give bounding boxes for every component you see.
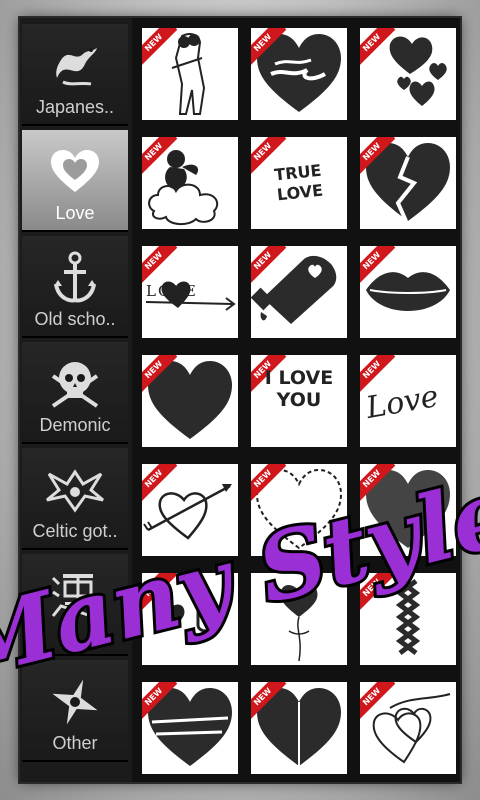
- tattoo-tile-heart-balloon[interactable]: [251, 573, 347, 665]
- tattoo-tile-heart-bottle[interactable]: NEW: [251, 246, 347, 338]
- dragon-icon: [22, 38, 128, 94]
- anchor-icon: [22, 250, 128, 306]
- true-love-text: TRUE LOVE: [273, 160, 324, 205]
- tattoo-tile-broken-heart[interactable]: NEW: [360, 137, 456, 229]
- tattoo-tile-split-heart[interactable]: NEW: [251, 682, 347, 774]
- tattoo-tile-solid-heart[interactable]: NEW: [142, 355, 238, 447]
- love-arrow-text: LOVE: [146, 282, 198, 300]
- category-sidebar: Japanes.. Love Old scho.. Demonic Celtic…: [20, 18, 132, 782]
- style-picker-panel: Japanes.. Love Old scho.. Demonic Celtic…: [20, 18, 460, 782]
- category-label: Old scho..: [34, 309, 116, 329]
- tattoo-tile-arrow-heart[interactable]: NEW: [142, 464, 238, 556]
- tattoo-tile-brush-heart[interactable]: NEW: [142, 682, 238, 774]
- tattoo-tile-heart-u[interactable]: NEW: [142, 573, 238, 665]
- shuriken-icon: [22, 674, 128, 730]
- tattoo-tile-true-love[interactable]: NEW TRUE LOVE: [251, 137, 347, 229]
- category-label: Japanes..: [35, 97, 115, 117]
- skull-icon: [22, 356, 128, 412]
- category-label: Celtic got..: [32, 521, 118, 541]
- love-script-text: Love: [363, 378, 442, 427]
- tattoo-tile-heart-chain[interactable]: NEW: [360, 573, 456, 665]
- tattoo-tile-flame-heart[interactable]: NEW: [251, 28, 347, 120]
- category-japanese[interactable]: Japanes..: [22, 24, 128, 126]
- category-label: Other: [52, 733, 98, 753]
- category-label: Love: [55, 203, 95, 223]
- category-demonic[interactable]: Demonic: [22, 342, 128, 444]
- tattoo-grid: NEW NEW NEW NEW NEW TRUE LOVE NEW NEW LO…: [132, 18, 460, 782]
- heart-balloon-icon: [280, 585, 318, 662]
- tattoo-tile-scattered-hearts[interactable]: NEW: [360, 28, 456, 120]
- tattoo-tile-lace-heart[interactable]: NEW: [251, 464, 347, 556]
- category-kanji[interactable]: [22, 554, 128, 656]
- kanji-icon: [22, 568, 128, 624]
- category-old-school[interactable]: Old scho..: [22, 236, 128, 338]
- tattoo-tile-dark-heart[interactable]: NEW: [360, 464, 456, 556]
- category-other[interactable]: Other: [22, 660, 128, 762]
- tattoo-tile-lips[interactable]: NEW: [360, 246, 456, 338]
- category-love[interactable]: Love: [22, 130, 128, 232]
- tattoo-tile-outline-hearts[interactable]: NEW: [360, 682, 456, 774]
- i-love-you-text: I LOVE YOU: [264, 367, 334, 411]
- tattoo-tile-cupid-cloud[interactable]: NEW: [142, 137, 238, 229]
- tattoo-tile-i-love-you[interactable]: NEW I LOVE YOU: [251, 355, 347, 447]
- category-celtic-gothic[interactable]: Celtic got..: [22, 448, 128, 550]
- category-label: Demonic: [39, 415, 111, 435]
- tattoo-tile-love-arrow[interactable]: NEW LOVE: [142, 246, 238, 338]
- heart-icon: [22, 144, 128, 200]
- tattoo-tile-love-script[interactable]: NEW Love: [360, 355, 456, 447]
- tribal-icon: [22, 462, 128, 518]
- tattoo-tile-kissing-couple[interactable]: NEW: [142, 28, 238, 120]
